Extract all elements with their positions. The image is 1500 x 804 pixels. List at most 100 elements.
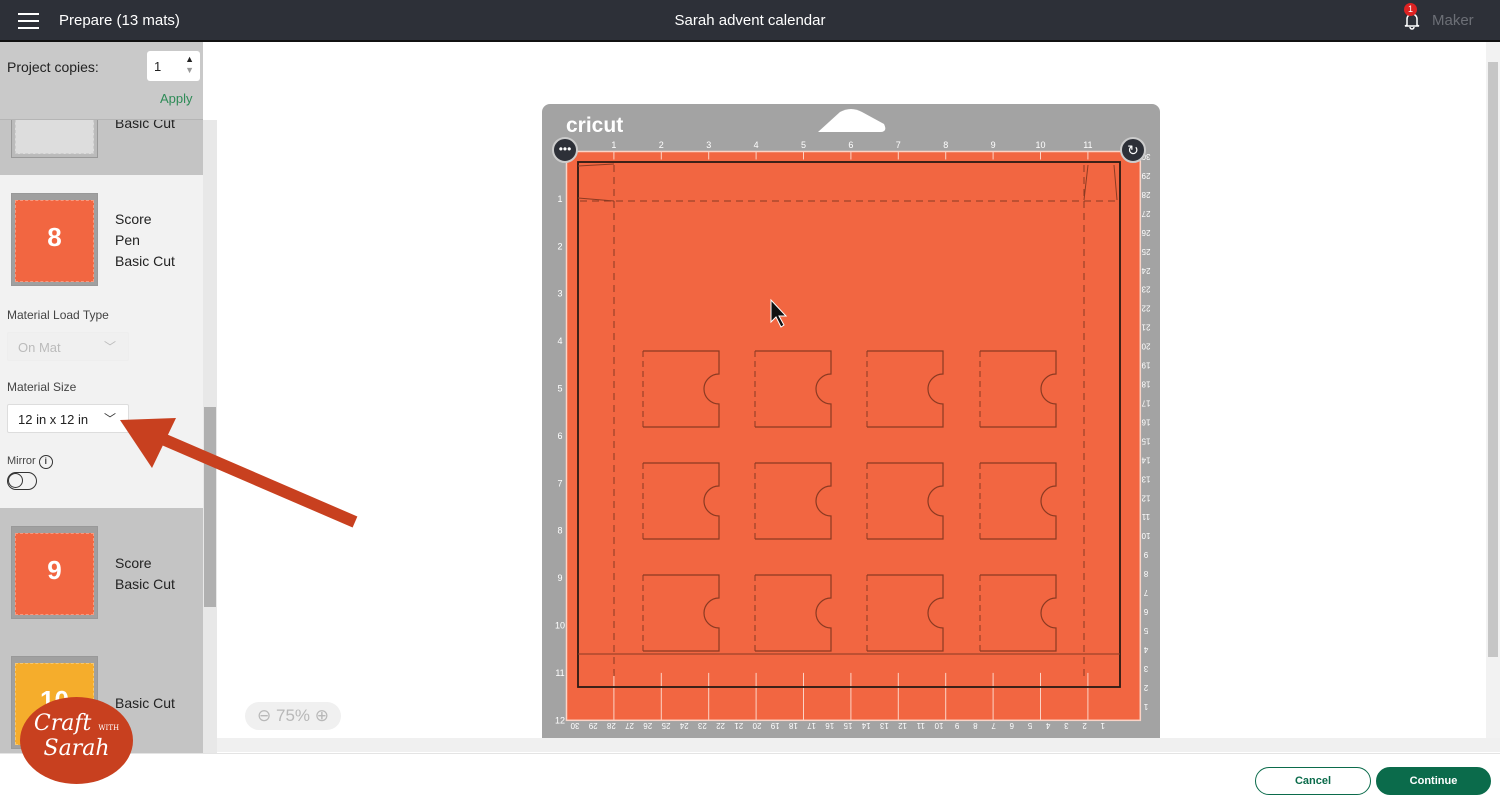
ruler-label-top: 3 <box>706 140 711 150</box>
apply-button[interactable]: Apply <box>160 91 193 106</box>
ruler-label-right: 17 <box>1141 398 1150 407</box>
ruler-label-bottom: 4 <box>1045 721 1050 730</box>
ruler-label-bottom: 14 <box>861 721 870 730</box>
project-copies-panel: Project copies: 1 ▲ ▼ Apply <box>0 42 203 120</box>
copies-value: 1 <box>154 59 162 74</box>
ruler-label-top: 6 <box>848 140 853 150</box>
ruler-label-right: 19 <box>1141 361 1150 370</box>
ruler-label-right: 22 <box>1141 304 1150 313</box>
ruler-label-bottom: 21 <box>734 721 743 730</box>
ruler-label-bottom: 25 <box>661 721 670 730</box>
ruler-label-top: 10 <box>1035 140 1045 150</box>
ruler-label-left: 8 <box>557 526 562 536</box>
ruler-label-bottom: 28 <box>606 721 615 730</box>
ruler-label-bottom: 20 <box>752 721 761 730</box>
ruler-label-right: 1 <box>1143 702 1148 711</box>
ruler-label-bottom: 27 <box>625 721 634 730</box>
ruler-label-right: 25 <box>1141 247 1150 256</box>
ruler-label-bottom: 22 <box>716 721 725 730</box>
ruler-label-right: 13 <box>1141 474 1150 483</box>
ruler-label-bottom: 3 <box>1064 721 1069 730</box>
ruler-label-bottom: 23 <box>697 721 706 730</box>
ruler-label-right: 26 <box>1141 228 1150 237</box>
ruler-label-top: 8 <box>943 140 948 150</box>
ruler-label-bottom: 10 <box>934 721 943 730</box>
more-options-dots: ••• <box>559 142 572 156</box>
ruler-label-bottom: 19 <box>770 721 779 730</box>
ruler-label-bottom: 30 <box>570 721 579 730</box>
ruler-label-right: 7 <box>1143 588 1148 597</box>
ruler-label-top: 9 <box>991 140 996 150</box>
ruler-label-left: 9 <box>557 573 562 583</box>
ruler-label-bottom: 12 <box>898 721 907 730</box>
ruler-label-left: 12 <box>555 715 565 725</box>
ruler-label-bottom: 1 <box>1100 721 1105 730</box>
craft-with-sarah-logo: Craft WITH Sarah <box>20 697 133 784</box>
ruler-label-right: 11 <box>1141 512 1150 521</box>
ruler-label-bottom: 8 <box>973 721 978 730</box>
ruler-label-top: 2 <box>659 140 664 150</box>
ruler-label-right: 28 <box>1141 190 1150 199</box>
ruler-label-right: 6 <box>1143 607 1148 616</box>
cricut-logo: cricut <box>566 114 623 137</box>
ruler-label-left: 6 <box>557 431 562 441</box>
ruler-label-bottom: 26 <box>643 721 652 730</box>
ruler-label-top: 5 <box>801 140 806 150</box>
canvas-vertical-scrollbar[interactable] <box>1486 42 1500 738</box>
zoom-out-icon[interactable]: ⊖ <box>257 706 271 725</box>
ruler-label-right: 4 <box>1143 645 1148 654</box>
rotate-glyph: ↻ <box>1127 142 1139 158</box>
ruler-label-right: 2 <box>1143 683 1148 692</box>
ruler-label-bottom: 24 <box>679 721 688 730</box>
cancel-button[interactable]: Cancel <box>1255 767 1371 795</box>
ruler-label-bottom: 15 <box>843 721 852 730</box>
ruler-label-left: 5 <box>557 384 562 394</box>
ruler-label-top: 7 <box>896 140 901 150</box>
continue-button[interactable]: Continue <box>1376 767 1491 795</box>
ruler-label-right: 18 <box>1141 380 1150 389</box>
ruler-label-left: 3 <box>557 289 562 299</box>
ruler-label-bottom: 2 <box>1082 721 1087 730</box>
zoom-level: 75% <box>275 706 311 725</box>
ruler-label-bottom: 11 <box>916 721 925 730</box>
ruler-label-right: 15 <box>1141 436 1150 445</box>
ruler-label-bottom: 16 <box>825 721 834 730</box>
ruler-label-right: 21 <box>1141 323 1150 332</box>
ruler-label-left: 1 <box>557 194 562 204</box>
ruler-label-bottom: 13 <box>879 721 888 730</box>
footer: Cancel Continue <box>0 753 1500 804</box>
ruler-label-bottom: 7 <box>991 721 996 730</box>
ruler-label-left: 2 <box>557 241 562 251</box>
zoom-in-icon[interactable]: ⊕ <box>315 706 329 725</box>
ruler-label-bottom: 6 <box>1009 721 1014 730</box>
ruler-label-right: 24 <box>1141 266 1150 275</box>
ruler-label-left: 11 <box>555 668 564 678</box>
ruler-label-bottom: 18 <box>788 721 797 730</box>
ruler-label-right: 8 <box>1143 569 1148 578</box>
cutting-mat: cricut1 2 3 4 5 6 7 8 9 10 11123456789101112303029… <box>542 104 1160 738</box>
ruler-label-left: 7 <box>557 478 562 488</box>
increment-icon[interactable]: ▲ <box>185 54 194 64</box>
project-copies-label: Project copies: <box>7 59 99 75</box>
ruler-label-right: 29 <box>1141 171 1150 180</box>
zoom-control: ⊖ 75% ⊕ <box>245 702 341 730</box>
ruler-label-right: 3 <box>1143 664 1148 673</box>
ruler-label-right: 27 <box>1141 209 1150 218</box>
canvas-horizontal-scrollbar[interactable] <box>217 738 1500 752</box>
mat-surface <box>565 150 1142 722</box>
ruler-label-left: 10 <box>555 621 565 631</box>
ruler-label-right: 14 <box>1141 455 1150 464</box>
ruler-label-top: 11 <box>1083 140 1092 150</box>
ruler-label-bottom: 9 <box>954 721 959 730</box>
ruler-label-right: 16 <box>1141 417 1150 426</box>
decrement-icon[interactable]: ▼ <box>185 65 194 75</box>
ruler-label-bottom: 29 <box>588 721 597 730</box>
project-copies-stepper[interactable]: 1 ▲ ▼ <box>147 51 200 81</box>
ruler-label-top: 1 <box>611 140 616 150</box>
ruler-label-right: 5 <box>1143 626 1148 635</box>
ruler-label-left: 4 <box>557 336 562 346</box>
ruler-label-right: 20 <box>1141 342 1150 351</box>
ruler-label-bottom: 5 <box>1027 721 1032 730</box>
ruler-label-bottom: 17 <box>807 721 816 730</box>
ruler-label-right: 12 <box>1141 493 1150 502</box>
